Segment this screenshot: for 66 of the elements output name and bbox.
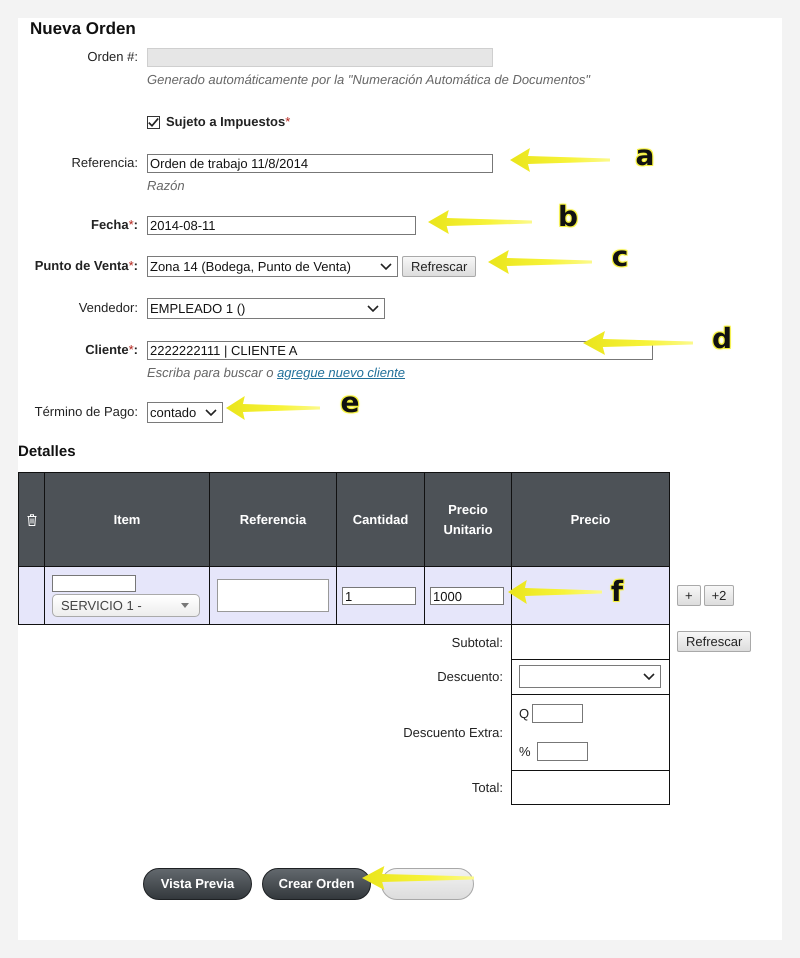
chevron-down-icon xyxy=(380,263,392,270)
caret-down-icon xyxy=(181,602,189,608)
chevron-down-icon xyxy=(367,305,379,312)
column-header: Precio xyxy=(512,472,670,566)
input-field[interactable] xyxy=(536,742,588,760)
section-title: Detalles xyxy=(18,443,76,461)
dropdown-field[interactable]: Zona 14 (Bodega, Punto de Venta) xyxy=(147,256,398,277)
arrow-icon xyxy=(488,250,592,274)
arrow-icon xyxy=(508,580,602,604)
field-label: Orden #: xyxy=(87,48,138,66)
input-field[interactable] xyxy=(52,574,136,592)
annotation-letter: c xyxy=(610,242,630,272)
prefix-label: % xyxy=(519,744,531,758)
total-label: Subtotal: xyxy=(452,634,503,650)
field-label: Punto de Venta*: xyxy=(34,257,138,275)
column-header: Cantidad xyxy=(336,472,424,566)
annotation-letter: f xyxy=(610,577,624,607)
item-dropdown[interactable]: SERVICIO 1 - xyxy=(52,594,200,616)
chevron-down-icon xyxy=(205,409,217,416)
field-label: Referencia: xyxy=(72,154,138,172)
hint-text: Escriba para buscar o agregue nuevo cliente xyxy=(147,365,406,381)
add-client-link[interactable]: agregue nuevo cliente xyxy=(277,365,406,380)
action-button[interactable]: Crear Orden xyxy=(262,868,371,900)
input-field[interactable] xyxy=(532,704,584,722)
text-field[interactable]: 2014-08-11 xyxy=(147,216,416,234)
trash-icon xyxy=(26,514,36,526)
field-label: Vendedor: xyxy=(78,299,138,317)
chevron-down-icon xyxy=(643,673,655,680)
hint-text: Generado automáticamente por la "Numeración Automática de Documentos" xyxy=(147,72,590,88)
refresh-button[interactable]: Refrescar xyxy=(402,256,476,277)
refresh-button[interactable]: Refrescar xyxy=(677,631,752,652)
input-field[interactable]: 1 xyxy=(342,586,416,604)
field-label: Término de Pago: xyxy=(34,403,138,421)
annotation-letter: d xyxy=(710,324,734,354)
field-label: Fecha*: xyxy=(91,216,138,234)
checkbox[interactable] xyxy=(147,116,160,128)
text-field[interactable]: Orden de trabajo 11/8/2014 xyxy=(147,154,493,172)
annotation-letter: e xyxy=(340,388,360,418)
text-area[interactable] xyxy=(217,579,329,612)
check-icon xyxy=(148,116,159,128)
checkbox-label: Sujeto a Impuestos* xyxy=(166,113,290,131)
text-field[interactable]: 2222222111 | CLIENTE A xyxy=(147,340,653,360)
total-label: Total: xyxy=(472,780,503,794)
column-header: Item xyxy=(44,472,210,566)
annotation-letter: a xyxy=(634,141,656,171)
total-label: Descuento: xyxy=(437,669,503,684)
arrow-icon xyxy=(428,210,532,234)
arrow-icon xyxy=(583,331,693,355)
arrow-icon xyxy=(362,866,474,890)
input-field[interactable]: 1000 xyxy=(430,586,504,604)
annotation-letter: b xyxy=(556,202,580,232)
prefix-label: Q xyxy=(519,706,530,720)
column-header: Precio Unitario xyxy=(424,472,512,566)
arrow-icon xyxy=(226,396,320,420)
field-label: Cliente*: xyxy=(85,341,138,359)
column-header: Referencia xyxy=(210,472,336,566)
hint-text: Razón xyxy=(147,178,185,194)
action-button[interactable]: Vista Previa xyxy=(143,868,252,900)
total-label: Descuento Extra: xyxy=(403,724,503,740)
dropdown-field[interactable] xyxy=(519,665,661,688)
arrow-icon xyxy=(510,148,610,172)
add-button[interactable]: + xyxy=(677,585,701,606)
dropdown-field[interactable]: EMPLEADO 1 () xyxy=(147,298,385,319)
dropdown-field[interactable]: contado xyxy=(147,402,223,423)
add-button[interactable]: +2 xyxy=(704,585,734,606)
page-title: Nueva Orden xyxy=(30,18,136,38)
